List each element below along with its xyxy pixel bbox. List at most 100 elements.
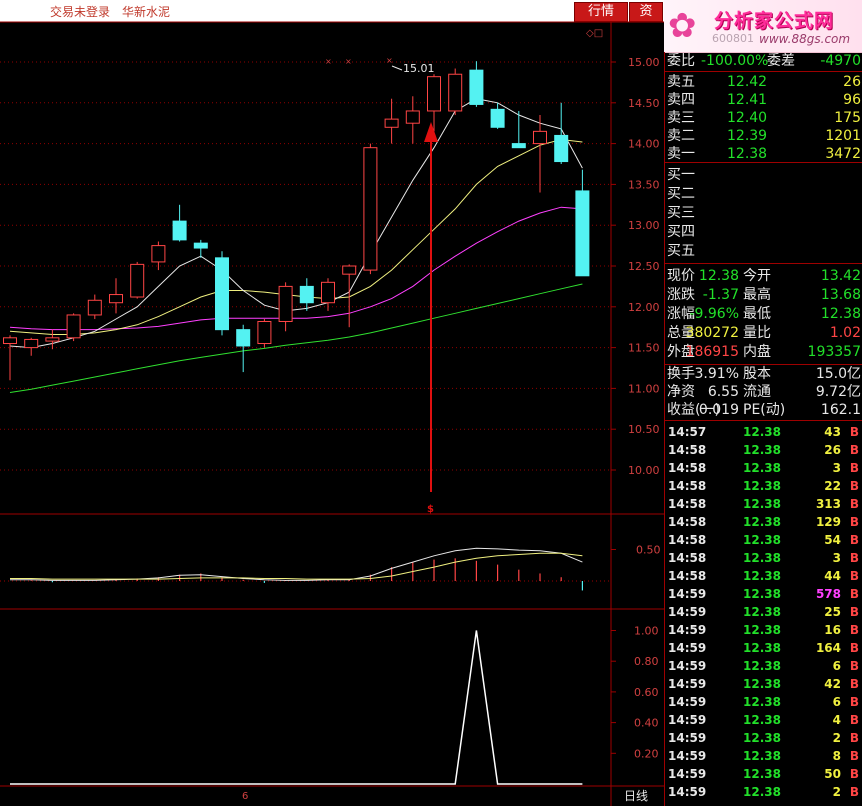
- tick-row[interactable]: 14:58 12.38 44 B: [665, 567, 862, 585]
- stat-value: 193357: [807, 344, 861, 360]
- candle: [130, 261, 145, 299]
- bid-row[interactable]: 买三: [665, 204, 862, 222]
- tick-vol: 313: [815, 497, 841, 511]
- tick-vol: 3: [832, 461, 841, 475]
- tick-row[interactable]: 14:59 12.38 42 B: [665, 675, 862, 693]
- candle: [342, 264, 357, 328]
- bid-label: 买五: [667, 243, 695, 259]
- tick-row[interactable]: 14:59 12.38 164 B: [665, 639, 862, 657]
- fund-value: 162.1: [820, 402, 861, 418]
- ask-row[interactable]: 卖四 12.41 96: [665, 91, 862, 109]
- high-value: 15.01: [403, 62, 435, 75]
- price-axis-label: 15.00: [628, 56, 660, 69]
- tick-dir: B: [849, 659, 859, 673]
- tick-time: 14:59: [668, 749, 707, 763]
- tick-price: 12.38: [743, 515, 781, 529]
- tick-dir: B: [849, 641, 859, 655]
- fund-value: 15.0亿: [815, 366, 861, 382]
- candle: [66, 313, 81, 342]
- indicator-axis-label: 0.60: [634, 686, 659, 699]
- tick-row[interactable]: 14:58 12.38 129 B: [665, 513, 862, 531]
- tick-row[interactable]: 14:58 12.38 3 B: [665, 549, 862, 567]
- tick-row[interactable]: 14:59 12.38 6 B: [665, 657, 862, 675]
- fundamental-row[interactable]: 收益(一) 0.019 PE(动) 162.1: [665, 401, 862, 419]
- candle: [151, 241, 166, 271]
- bid-row[interactable]: 买五: [665, 242, 862, 260]
- tick-price: 12.38: [743, 731, 781, 745]
- tick-row[interactable]: 14:59 12.38 8 B: [665, 747, 862, 765]
- bid-row[interactable]: 买一: [665, 166, 862, 184]
- tick-vol: 6: [832, 659, 841, 673]
- tick-dir: B: [849, 587, 859, 601]
- candle: [299, 278, 314, 311]
- candle: [257, 319, 272, 348]
- fund-label: 流通: [743, 384, 771, 400]
- stat-row[interactable]: 外盘 186915 内盘 193357: [665, 343, 862, 361]
- stat-value: 186915: [685, 344, 739, 360]
- tick-row[interactable]: 14:57 12.38 43 B: [665, 423, 862, 441]
- fundamental-row[interactable]: 净资 6.55 流通 9.72亿: [665, 383, 862, 401]
- tick-time: 14:57: [668, 425, 707, 439]
- tick-time: 14:59: [668, 659, 707, 673]
- fund-value: 3.91%: [694, 366, 739, 382]
- date-tick: 6: [242, 791, 248, 802]
- tick-price: 12.38: [743, 551, 781, 565]
- tick-row[interactable]: 14:58 12.38 22 B: [665, 477, 862, 495]
- tick-row[interactable]: 14:59 12.38 4 B: [665, 711, 862, 729]
- tick-row[interactable]: 14:58 12.38 54 B: [665, 531, 862, 549]
- tick-price: 12.38: [743, 425, 781, 439]
- tick-row[interactable]: 14:58 12.38 3 B: [665, 459, 862, 477]
- ratio-label: 委比: [667, 53, 695, 69]
- tick-row[interactable]: 14:58 12.38 26 B: [665, 441, 862, 459]
- ask-row[interactable]: 卖二 12.39 1201: [665, 127, 862, 145]
- period-label[interactable]: 日线: [624, 789, 648, 803]
- stat-value: -9.96%: [689, 306, 739, 322]
- ask-label: 卖三: [667, 110, 695, 126]
- tick-dir: B: [849, 731, 859, 745]
- ask-row[interactable]: 卖五 12.42 26: [665, 73, 862, 91]
- tick-dir: B: [849, 497, 859, 511]
- candle: [575, 169, 590, 277]
- stat-label: 最低: [743, 306, 771, 322]
- bid-row[interactable]: 买二: [665, 185, 862, 203]
- order-ratio-row: 委比 -100.00% 委差 -4970: [665, 52, 862, 70]
- tick-row[interactable]: 14:59 12.38 6 B: [665, 693, 862, 711]
- bid-row[interactable]: 买四: [665, 223, 862, 241]
- fundamental-row[interactable]: 换手 3.91% 股本 15.0亿: [665, 365, 862, 383]
- chart-marker-symbol[interactable]: ◇□: [586, 28, 603, 39]
- candle: [321, 278, 335, 311]
- candle: [363, 143, 378, 275]
- site-logo: ✿ 分析家公式网 600801 www.88gs.com: [664, 0, 862, 53]
- ask-price: 12.39: [727, 128, 768, 144]
- price-axis-label: 12.00: [628, 301, 660, 314]
- tick-price: 12.38: [743, 749, 781, 763]
- tick-row[interactable]: 14:58 12.38 313 B: [665, 495, 862, 513]
- candle: [448, 68, 463, 116]
- stat-row[interactable]: 总量 380272 量比 1.02: [665, 324, 862, 342]
- stat-row[interactable]: 涨幅 -9.96% 最低 12.38: [665, 305, 862, 323]
- tick-row[interactable]: 14:59 12.38 16 B: [665, 621, 862, 639]
- ask-volume: 3472: [825, 146, 861, 162]
- tick-dir: B: [849, 551, 859, 565]
- stat-row[interactable]: 涨跌 -1.37 最高 13.68: [665, 286, 862, 304]
- chart-area[interactable]: ◇□ 15.00 14.50 14.00 13.50 13.00 12.50 12.00 11…: [0, 0, 664, 806]
- stat-label: 今开: [743, 268, 771, 284]
- ask-row[interactable]: 卖三 12.40 175: [665, 109, 862, 127]
- candle: [427, 74, 441, 132]
- ask-row[interactable]: 卖一 12.38 3472: [665, 145, 862, 163]
- indicator-axis-label: 1.00: [634, 625, 659, 638]
- tick-row[interactable]: 14:59 12.38 50 B: [665, 765, 862, 783]
- stat-row[interactable]: 现价 12.38 今开 13.42: [665, 267, 862, 285]
- tick-row[interactable]: 14:59 12.38 25 B: [665, 603, 862, 621]
- flower-logo-icon: ✿: [668, 6, 697, 46]
- tick-row[interactable]: 14:59 12.38 578 B: [665, 585, 862, 603]
- x-marker: ×: [345, 57, 352, 66]
- bid-label: 买四: [667, 224, 695, 240]
- tick-vol: 50: [824, 767, 841, 781]
- arrow-up-icon: [424, 122, 438, 142]
- tick-row[interactable]: 14:59 12.38 2 B: [665, 783, 862, 801]
- stat-value: 13.42: [820, 268, 861, 284]
- price-axis-label: 11.50: [628, 342, 660, 355]
- tick-row[interactable]: 14:59 12.38 2 B: [665, 729, 862, 747]
- candle: [172, 204, 187, 242]
